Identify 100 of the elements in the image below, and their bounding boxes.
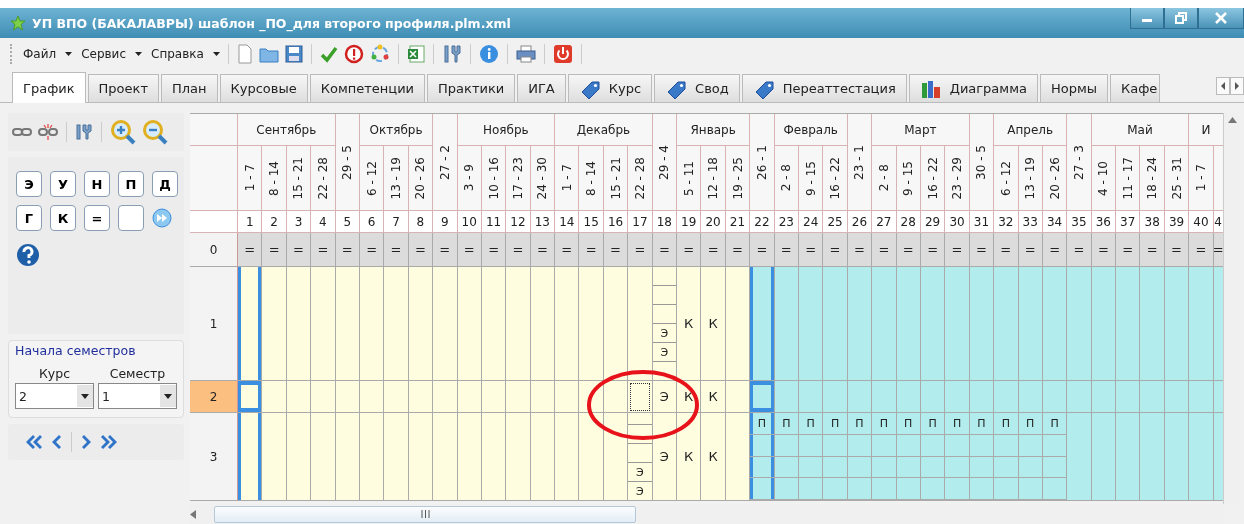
table-cell[interactable] bbox=[286, 413, 312, 501]
table-cell[interactable] bbox=[945, 381, 970, 413]
table-cell[interactable] bbox=[1164, 381, 1190, 413]
fast-forward-icon[interactable] bbox=[152, 208, 172, 228]
tab[interactable]: Нормы bbox=[1039, 74, 1108, 102]
table-cell[interactable] bbox=[774, 381, 799, 413]
tab[interactable]: Практики bbox=[427, 74, 516, 102]
table-cell[interactable]: = bbox=[384, 233, 409, 267]
table-cell[interactable]: = bbox=[530, 233, 556, 267]
table-cell[interactable] bbox=[457, 381, 482, 413]
table-cell[interactable]: П bbox=[896, 413, 921, 501]
table-cell[interactable] bbox=[579, 413, 604, 501]
table-cell[interactable] bbox=[506, 267, 531, 381]
zoom-out-icon[interactable] bbox=[142, 119, 168, 145]
table-cell[interactable] bbox=[238, 267, 263, 381]
table-cell[interactable] bbox=[1164, 413, 1190, 501]
table-cell[interactable] bbox=[457, 413, 482, 501]
table-cell[interactable] bbox=[1213, 381, 1223, 413]
table-cell[interactable]: = bbox=[579, 233, 604, 267]
table-cell[interactable] bbox=[433, 381, 458, 413]
table-cell[interactable] bbox=[384, 267, 409, 381]
table-cell[interactable] bbox=[506, 413, 531, 501]
tab[interactable]: Курс bbox=[567, 74, 653, 102]
table-cell[interactable]: = bbox=[262, 233, 287, 267]
menu-item[interactable]: Сервис bbox=[78, 45, 129, 63]
table-cell[interactable]: П bbox=[774, 413, 799, 501]
table-cell[interactable] bbox=[238, 413, 263, 501]
scroll-right-button[interactable] bbox=[1230, 77, 1244, 95]
table-cell[interactable]: П bbox=[1018, 413, 1043, 501]
table-cell[interactable]: = bbox=[677, 233, 702, 267]
table-cell[interactable]: = bbox=[725, 233, 751, 267]
blank-button[interactable] bbox=[118, 205, 144, 231]
table-cell[interactable] bbox=[896, 381, 921, 413]
table-cell[interactable]: П bbox=[920, 413, 946, 501]
table-cell[interactable]: П bbox=[872, 413, 897, 501]
table-cell[interactable]: = bbox=[652, 233, 678, 267]
table-cell[interactable]: К bbox=[677, 413, 702, 501]
table-cell[interactable]: = bbox=[1042, 233, 1068, 267]
table-cell[interactable] bbox=[1140, 267, 1165, 381]
table-cell[interactable]: П bbox=[799, 413, 824, 501]
letter-button[interactable]: = bbox=[84, 205, 110, 231]
table-cell[interactable] bbox=[359, 413, 385, 501]
table-cell[interactable]: = bbox=[1189, 233, 1214, 267]
close-button[interactable] bbox=[1198, 8, 1244, 29]
tab[interactable]: Кафе bbox=[1110, 74, 1161, 102]
tab[interactable]: Свод bbox=[654, 74, 740, 102]
table-cell[interactable] bbox=[969, 267, 995, 381]
tab[interactable]: Переаттестация bbox=[741, 74, 907, 102]
table-cell[interactable] bbox=[384, 381, 409, 413]
table-cell[interactable]: П bbox=[969, 413, 995, 501]
table-cell[interactable]: П bbox=[1042, 413, 1068, 501]
table-cell[interactable] bbox=[311, 381, 336, 413]
tab[interactable]: ИГА bbox=[517, 74, 566, 102]
zoom-in-icon[interactable] bbox=[110, 119, 136, 145]
table-cell[interactable]: = bbox=[945, 233, 970, 267]
table-cell[interactable]: = bbox=[481, 233, 507, 267]
table-cell[interactable]: = bbox=[750, 233, 775, 267]
last-icon[interactable] bbox=[101, 434, 119, 450]
checkmark-icon[interactable] bbox=[319, 45, 338, 63]
table-cell[interactable] bbox=[359, 267, 385, 381]
tab[interactable]: Компетенции bbox=[309, 74, 426, 102]
letter-button[interactable]: К bbox=[50, 205, 76, 231]
menu-item[interactable]: Справка bbox=[148, 45, 207, 63]
table-cell[interactable] bbox=[1091, 267, 1117, 381]
table-cell[interactable] bbox=[969, 381, 995, 413]
table-cell[interactable]: = bbox=[1213, 233, 1223, 267]
table-cell[interactable] bbox=[1213, 267, 1223, 381]
restore-button[interactable] bbox=[1164, 8, 1198, 29]
table-cell[interactable] bbox=[555, 381, 580, 413]
link-icon[interactable] bbox=[12, 126, 32, 138]
row-header[interactable]: 0 bbox=[190, 233, 238, 267]
table-cell[interactable]: = bbox=[457, 233, 482, 267]
next-icon[interactable] bbox=[82, 434, 93, 450]
table-cell[interactable] bbox=[1116, 413, 1141, 501]
table-cell[interactable] bbox=[506, 381, 531, 413]
table-cell[interactable] bbox=[725, 381, 751, 413]
table-cell[interactable]: = bbox=[555, 233, 580, 267]
table-cell[interactable] bbox=[1116, 267, 1141, 381]
table-cell[interactable]: К bbox=[701, 267, 726, 381]
table-cell[interactable] bbox=[481, 381, 507, 413]
table-cell[interactable] bbox=[1042, 381, 1068, 413]
new-file-icon[interactable] bbox=[236, 44, 253, 64]
tab[interactable]: Проект bbox=[87, 74, 159, 102]
caret-icon[interactable] bbox=[135, 52, 142, 56]
table-cell[interactable] bbox=[408, 413, 434, 501]
table-cell[interactable] bbox=[725, 413, 751, 501]
table-cell[interactable] bbox=[628, 381, 653, 413]
semester-dropdown[interactable]: 1 bbox=[98, 383, 177, 409]
table-cell[interactable]: = bbox=[506, 233, 531, 267]
table-cell[interactable] bbox=[262, 413, 287, 501]
table-cell[interactable]: = bbox=[920, 233, 946, 267]
table-cell[interactable] bbox=[823, 267, 848, 381]
table-cell[interactable] bbox=[725, 267, 751, 381]
letter-button[interactable]: У bbox=[50, 171, 76, 197]
table-cell[interactable]: П bbox=[945, 413, 970, 501]
scroll-left-button[interactable] bbox=[1216, 77, 1230, 95]
first-icon[interactable] bbox=[24, 434, 42, 450]
table-cell[interactable]: = bbox=[1091, 233, 1117, 267]
table-cell[interactable] bbox=[1018, 381, 1043, 413]
row-header[interactable]: 2 bbox=[190, 381, 238, 413]
